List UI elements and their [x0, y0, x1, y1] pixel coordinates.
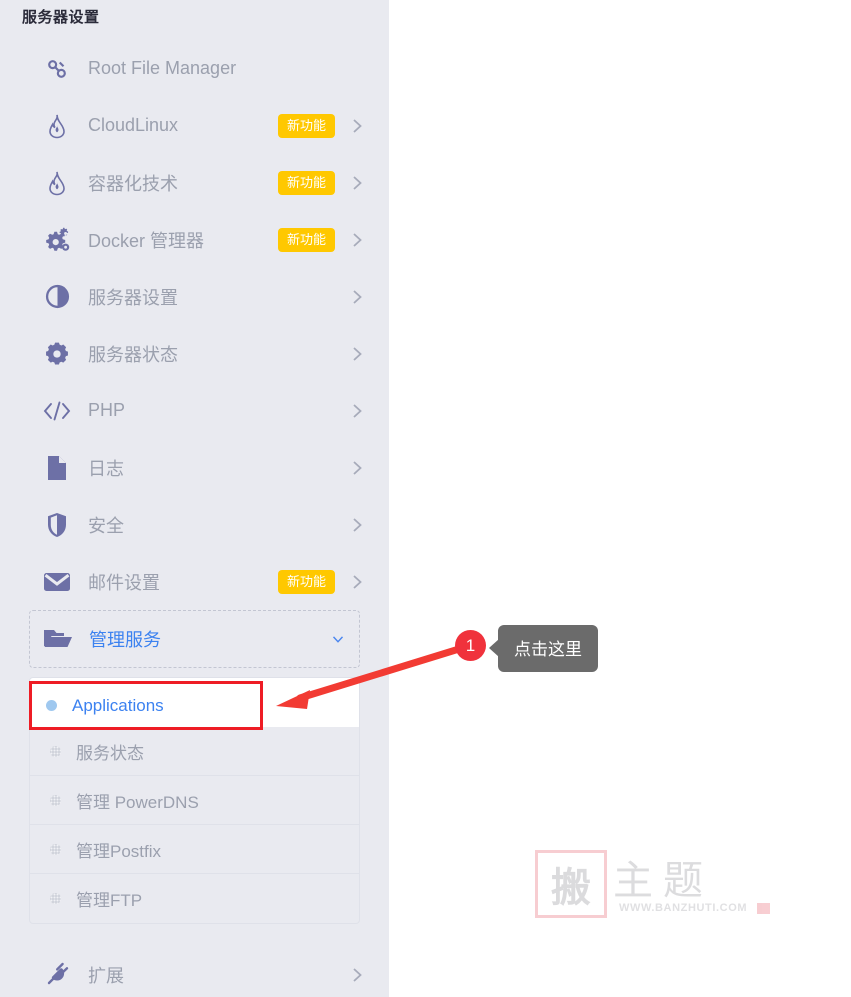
sidebar-item-cloudlinux[interactable]: CloudLinux 新功能 [0, 97, 389, 154]
sidebar-item-label: 容器化技术 [88, 173, 178, 194]
submenu-item-label: 管理 PowerDNS [76, 792, 199, 812]
sidebar-item-label: 日志 [88, 458, 124, 479]
sidebar-item-extensions[interactable]: 扩展 [0, 946, 389, 997]
sidebar-item-manage-services[interactable]: 管理服务 [29, 610, 360, 668]
sidebar-item-label: 邮件设置 [88, 572, 160, 593]
sidebar-item-php[interactable]: PHP [0, 382, 389, 439]
sidebar-item-label: Root File Manager [88, 58, 237, 78]
chevron-right-icon [351, 289, 363, 304]
sidebar-item-security[interactable]: 安全 [0, 496, 389, 553]
sidebar-nav: Root File Manager CloudLinux 新功能 容器化技术 新… [0, 40, 389, 997]
watermark-square [757, 903, 770, 914]
panel-title: 服务器设置 [22, 9, 100, 26]
submenu-item-manage-postfix[interactable]: 管理Postfix [30, 825, 359, 874]
sidebar-item-server-status[interactable]: 服务器状态 [0, 325, 389, 382]
sidebar-item-logs[interactable]: 日志 [0, 439, 389, 496]
chevron-right-icon [351, 517, 363, 532]
sidebar-item-label: CloudLinux [88, 115, 179, 135]
submenu-item-label: Applications [72, 695, 164, 715]
chevron-right-icon [351, 175, 363, 190]
sidebar-item-label: PHP [88, 400, 126, 420]
sidebar-item-label: 扩展 [88, 965, 124, 986]
new-feature-badge: 新功能 [277, 170, 335, 195]
chevron-right-icon [351, 460, 363, 475]
chevron-down-icon [332, 633, 344, 645]
chevron-right-icon [351, 574, 363, 589]
chevron-right-icon [351, 403, 363, 418]
sidebar-item-server-configuration[interactable]: 服务器设置 [0, 268, 389, 325]
open-folder-icon [43, 624, 73, 654]
submenu-item-service-status[interactable]: 服务状态 [30, 727, 359, 776]
chevron-right-icon [351, 967, 363, 982]
submenu-item-label: 管理FTP [76, 891, 143, 910]
new-feature-badge: 新功能 [277, 113, 335, 138]
watermark-url: WWW.BANZHUTI.COM [619, 902, 748, 914]
watermark-seal: 搬 [535, 850, 607, 918]
gears-icon [42, 225, 72, 255]
flame-icon [42, 168, 72, 198]
gear-icon [42, 339, 72, 369]
sidebar-item-label: 服务器设置 [88, 287, 178, 308]
submenu-item-manage-ftp[interactable]: 管理FTP [30, 874, 359, 923]
new-feature-badge: 新功能 [277, 227, 335, 252]
sidebar-item-mail-settings[interactable]: 邮件设置 新功能 [0, 553, 389, 610]
bullet-icon [50, 843, 61, 855]
bullet-icon [46, 700, 57, 711]
chevron-right-icon [351, 346, 363, 361]
click-here-tooltip: 点击这里 [489, 625, 598, 672]
code-icon [42, 396, 72, 426]
bullet-icon [50, 745, 61, 757]
watermark-text: 主题 [613, 858, 713, 904]
shield-icon [42, 510, 72, 540]
sidebar-item-label: 服务器状态 [88, 344, 178, 365]
sidebar-item-label: 安全 [88, 515, 124, 536]
sidebar-item-docker-manager[interactable]: Docker 管理器 新功能 [0, 211, 389, 268]
bullet-icon [50, 794, 61, 806]
new-feature-badge: 新功能 [277, 569, 335, 594]
submenu-item-label: 服务状态 [76, 743, 144, 763]
file-icon [42, 453, 72, 483]
sidebar-item-root-file-manager[interactable]: Root File Manager [0, 40, 389, 97]
envelope-icon [42, 567, 72, 597]
contrast-icon [42, 282, 72, 312]
bullet-icon [50, 893, 61, 904]
chevron-right-icon [351, 232, 363, 247]
applications-highlight-content[interactable]: Applications [29, 681, 263, 730]
screen: 服务器设置 Root File Manager CloudLinux 新功能 容… [0, 0, 851, 997]
submenu-item-label: 管理Postfix [76, 841, 162, 861]
sidebar-item-label: 管理服务 [89, 630, 161, 650]
sidebar-item-label: Docker 管理器 [88, 230, 205, 251]
submenu-item-manage-powerdns[interactable]: 管理 PowerDNS [30, 776, 359, 825]
link-icon [42, 54, 72, 84]
site-watermark: 搬 主题 WWW.BANZHUTI.COM [535, 848, 775, 928]
sidebar-item-containerization[interactable]: 容器化技术 新功能 [0, 154, 389, 211]
flame-icon [42, 111, 72, 141]
server-settings-sidebar: 服务器设置 Root File Manager CloudLinux 新功能 容… [0, 0, 389, 997]
step-number-badge: 1 [455, 630, 486, 661]
chevron-right-icon [351, 118, 363, 133]
plug-icon [42, 960, 72, 990]
